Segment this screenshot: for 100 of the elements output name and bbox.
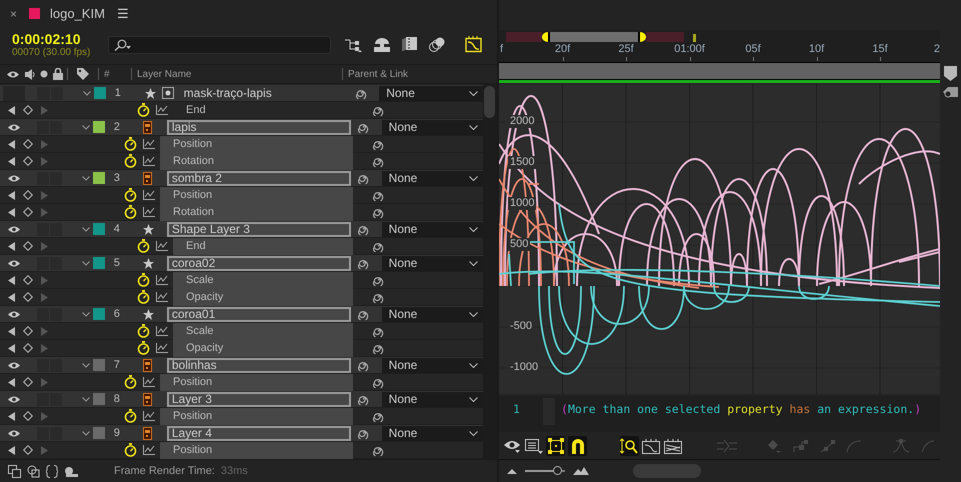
pick-whip-icon[interactable] (373, 292, 384, 302)
graph-toggle-icon[interactable] (156, 241, 168, 251)
stopwatch-icon[interactable] (124, 188, 137, 202)
label-color-swatch[interactable] (93, 308, 105, 320)
pick-whip-icon[interactable] (358, 258, 370, 268)
previous-keyframe-icon[interactable] (8, 378, 15, 386)
solo-icon[interactable] (40, 70, 48, 78)
property-name[interactable]: Position (160, 186, 353, 204)
stopwatch-icon[interactable] (137, 239, 150, 253)
braces-icon[interactable] (46, 464, 58, 478)
expand-chevron-icon[interactable] (82, 430, 90, 436)
current-time-marker-icon[interactable] (693, 34, 696, 42)
graph-toggle-icon[interactable] (156, 326, 168, 336)
layer-name[interactable]: Shape Layer 3 (166, 222, 351, 236)
column-header[interactable]: # (99, 68, 131, 80)
previous-keyframe-icon[interactable] (8, 106, 15, 114)
previous-keyframe-icon[interactable] (8, 242, 15, 250)
stacked-circles-icon[interactable] (429, 37, 445, 52)
stopwatch-icon[interactable] (124, 409, 137, 423)
pick-whip-icon[interactable] (358, 122, 370, 132)
graph-toggle-icon[interactable] (156, 343, 168, 353)
layer-name[interactable]: Layer 3 (166, 392, 351, 406)
flowchart-icon[interactable] (345, 38, 362, 52)
pick-whip-icon[interactable] (358, 394, 370, 404)
previous-keyframe-icon[interactable] (8, 412, 15, 420)
mushroom-lamp-icon[interactable] (374, 38, 390, 52)
fitall-toggle[interactable] (663, 436, 682, 456)
current-time-display[interactable]: 0:00:02:10 (12, 30, 108, 46)
eye-icon[interactable] (7, 360, 21, 370)
label-color-swatch[interactable] (93, 427, 105, 439)
stopwatch-icon[interactable] (124, 205, 137, 219)
expand-chevron-icon[interactable] (82, 260, 90, 266)
overlap-circles-icon[interactable] (27, 464, 40, 478)
property-name[interactable]: Scale (173, 322, 353, 340)
property-name[interactable]: Position (160, 442, 353, 458)
property-name[interactable]: Opacity (173, 340, 353, 356)
property-name[interactable]: Opacity (173, 288, 353, 306)
panel-menu-button[interactable]: ☰ (116, 6, 129, 21)
stopwatch-icon[interactable] (137, 273, 150, 287)
zoom-in-mountain-icon[interactable] (573, 467, 589, 476)
transform-toggle[interactable] (546, 436, 566, 456)
stopwatch-icon[interactable] (124, 154, 137, 168)
expand-chevron-icon[interactable] (82, 176, 90, 180)
property-name[interactable]: Position (160, 408, 353, 424)
label-color-swatch[interactable] (93, 257, 105, 269)
layer-scrollbar[interactable] (483, 84, 497, 459)
layer-duration-bar[interactable] (499, 62, 940, 79)
fitselection-toggle[interactable] (642, 436, 660, 456)
layer-name[interactable]: lapis (166, 120, 351, 134)
stopwatch-icon[interactable] (137, 341, 150, 355)
stopwatch-icon[interactable] (137, 290, 150, 304)
close-tab-button[interactable]: × (10, 6, 23, 20)
list-toggle[interactable] (524, 436, 544, 456)
parent-dropdown[interactable]: None (382, 222, 483, 236)
horizontal-scrollbar[interactable] (633, 464, 701, 478)
autozoom-toggle[interactable] (620, 436, 639, 456)
label-color-swatch[interactable] (93, 121, 105, 133)
layer-name[interactable]: coroa02 (166, 256, 351, 270)
comp-mini-icon[interactable] (8, 464, 21, 478)
graph-toggle-icon[interactable] (143, 156, 155, 166)
expand-chevron-icon[interactable] (82, 226, 90, 232)
pick-whip-icon[interactable] (358, 308, 370, 320)
label-color-swatch[interactable] (93, 393, 105, 405)
graph-toggle-icon[interactable] (143, 377, 155, 387)
parent-dropdown[interactable]: None (382, 392, 483, 406)
property-name[interactable]: Scale (173, 272, 353, 288)
pick-whip-icon[interactable] (373, 326, 384, 336)
snap-toggle[interactable] (568, 436, 587, 456)
label-color-swatch[interactable] (94, 87, 106, 99)
parent-dropdown[interactable]: None (382, 426, 483, 440)
expand-chevron-icon[interactable] (82, 362, 90, 368)
label-color-swatch[interactable] (93, 223, 105, 235)
pick-whip-icon[interactable] (373, 104, 384, 116)
pick-whip-icon[interactable] (373, 240, 384, 252)
stopwatch-icon[interactable] (137, 324, 150, 338)
graph-toggle-icon[interactable] (156, 292, 168, 302)
expand-chevron-icon[interactable] (83, 90, 92, 96)
parent-dropdown[interactable]: None (379, 86, 483, 100)
graph-editor-canvas[interactable]: 2000 1500 1000 500 -500 -1000 (499, 84, 940, 394)
graph-toggle-icon[interactable] (143, 139, 155, 149)
keyframe-diamond-icon[interactable] (23, 445, 33, 455)
search-icon[interactable] (113, 38, 131, 50)
parent-dropdown[interactable]: None (382, 120, 483, 134)
label-color-swatch[interactable] (93, 359, 105, 371)
label-color-swatch[interactable] (93, 172, 105, 184)
layer-name[interactable]: coroa01 (166, 306, 351, 322)
pick-whip-icon[interactable] (358, 360, 370, 370)
out-point-handle-icon[interactable] (640, 32, 646, 42)
marker-shield-icon[interactable] (944, 66, 957, 81)
in-point-handle-icon[interactable] (542, 32, 548, 42)
comp-button-icon[interactable] (943, 86, 958, 98)
pick-whip-icon[interactable] (373, 444, 384, 456)
eye-icon[interactable] (7, 258, 21, 268)
layer-name[interactable]: bolinhas (166, 358, 351, 372)
stopwatch-icon[interactable] (124, 443, 137, 457)
time-navigator-range[interactable] (548, 32, 640, 42)
composition-tab-title[interactable]: logo_KIM (50, 6, 105, 21)
zoom-out-mountain-icon[interactable] (507, 468, 517, 474)
expression-text[interactable]: (More than one selected property has an expression.) (561, 402, 922, 416)
previous-keyframe-icon[interactable] (8, 446, 15, 454)
